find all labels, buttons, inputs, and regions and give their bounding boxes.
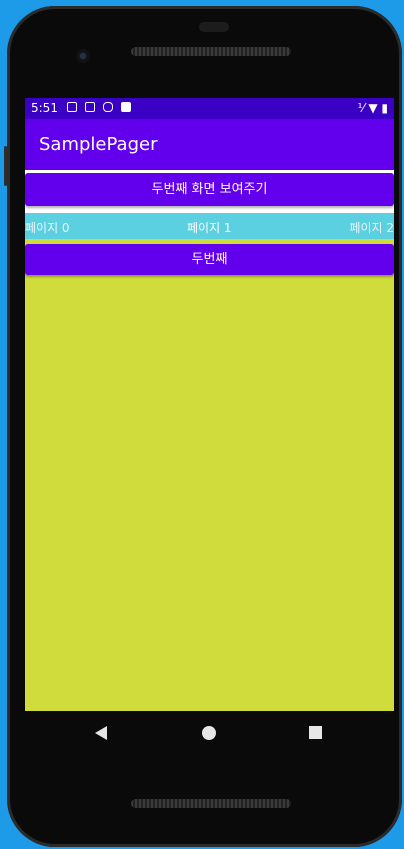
second-page-button[interactable]: 두번째 xyxy=(25,244,394,275)
top-speaker xyxy=(131,47,291,56)
wifi-icon: ▼ xyxy=(368,101,378,115)
sd-card-icon xyxy=(121,102,131,112)
a-icon xyxy=(85,102,95,112)
app-title: SamplePager xyxy=(39,134,158,155)
back-icon[interactable] xyxy=(95,726,107,740)
pager-tab-strip: 페이지 0 페이지 1 페이지 2 xyxy=(25,213,394,239)
debug-icon xyxy=(103,102,113,112)
tab-page-1[interactable]: 페이지 1 xyxy=(187,219,232,236)
no-signal-icon: ⅟ xyxy=(357,101,365,115)
screen: 5:51 ⅟ ▼ ▮ SamplePager 두번째 화면 보여주기 페이지 0… xyxy=(25,98,394,711)
recents-icon[interactable] xyxy=(309,726,322,739)
side-button xyxy=(4,146,7,186)
status-bar: 5:51 ⅟ ▼ ▮ xyxy=(25,98,394,119)
front-camera xyxy=(76,49,90,63)
status-right-icons: ⅟ ▼ ▮ xyxy=(358,101,388,115)
tab-page-2[interactable]: 페이지 2 xyxy=(349,219,394,236)
status-time: 5:51 xyxy=(31,101,58,115)
navigation-bar xyxy=(25,711,394,756)
bottom-speaker xyxy=(131,799,291,808)
app-bar: SamplePager xyxy=(25,119,394,170)
battery-icon: ▮ xyxy=(381,101,388,115)
notification-icon xyxy=(67,102,77,112)
proximity-sensor xyxy=(199,22,229,32)
home-icon[interactable] xyxy=(202,726,216,740)
tab-page-0[interactable]: 페이지 0 xyxy=(25,219,70,236)
show-second-screen-button[interactable]: 두번째 화면 보여주기 xyxy=(25,173,394,206)
